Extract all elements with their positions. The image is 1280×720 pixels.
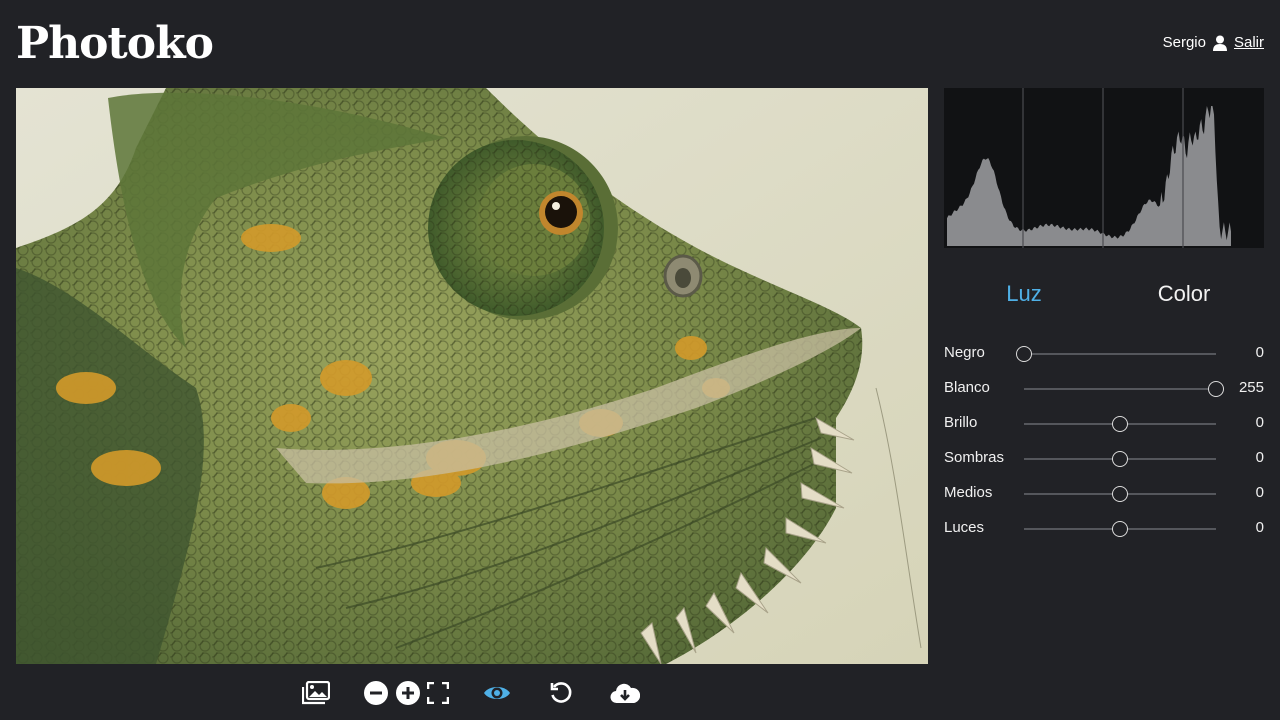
- slider-thumb[interactable]: [1112, 521, 1128, 537]
- fit-to-screen-icon[interactable]: [423, 678, 453, 708]
- photo-canvas[interactable]: [16, 88, 928, 664]
- slider-brillo: Brillo 0: [944, 406, 1264, 441]
- zoom-out-icon[interactable]: [361, 678, 391, 708]
- slider-track[interactable]: [1024, 381, 1224, 397]
- slider-label: Sombras: [944, 449, 1005, 466]
- slider-track[interactable]: [1024, 521, 1216, 537]
- editor-toolbar: [16, 672, 928, 716]
- slider-thumb[interactable]: [1112, 416, 1128, 432]
- slider-track[interactable]: [1024, 486, 1216, 502]
- adjustment-tabs: Luz Color: [944, 272, 1264, 316]
- tab-luz[interactable]: Luz: [944, 272, 1104, 316]
- slider-label: Blanco: [944, 379, 990, 396]
- preview-eye-icon[interactable]: [482, 678, 512, 708]
- slider-value: 0: [1255, 484, 1264, 501]
- slider-sombras: Sombras 0: [944, 441, 1264, 476]
- download-icon[interactable]: [610, 678, 640, 708]
- undo-icon[interactable]: [546, 678, 576, 708]
- slider-value: 255: [1238, 379, 1264, 396]
- slider-medios: Medios 0: [944, 476, 1264, 511]
- user-name: Sergio: [1162, 34, 1206, 51]
- app-root: Photoko Sergio Salir Luz Color Negro 0 B…: [0, 0, 1280, 720]
- slider-label: Brillo: [944, 414, 978, 431]
- slider-value: 0: [1255, 519, 1264, 536]
- slider-blanco: Blanco 255: [944, 371, 1264, 406]
- slider-thumb[interactable]: [1112, 486, 1128, 502]
- slider-value: 0: [1255, 414, 1264, 431]
- slider-value: 0: [1255, 449, 1264, 466]
- slider-track[interactable]: [1016, 346, 1216, 362]
- user-area: Sergio Salir: [1163, 34, 1264, 51]
- histogram: [944, 88, 1264, 248]
- slider-label: Medios: [944, 484, 993, 501]
- slider-thumb[interactable]: [1208, 381, 1224, 397]
- histogram-curve: [947, 106, 1231, 246]
- tab-color[interactable]: Color: [1104, 272, 1264, 316]
- slider-value: 0: [1255, 344, 1264, 361]
- image-gallery-icon[interactable]: [301, 678, 331, 708]
- slider-track[interactable]: [1024, 416, 1216, 432]
- chameleon-photo: [16, 88, 928, 664]
- slider-luces: Luces 0: [944, 511, 1264, 546]
- light-sliders: Negro 0 Blanco 255 Brillo 0 Sombras 0 Me…: [944, 336, 1264, 546]
- app-logo: Photoko: [16, 18, 214, 69]
- slider-track[interactable]: [1024, 451, 1216, 467]
- slider-thumb[interactable]: [1016, 346, 1032, 362]
- slider-thumb[interactable]: [1112, 451, 1128, 467]
- histogram-graph: [947, 88, 1231, 248]
- slider-label: Luces: [944, 519, 985, 536]
- user-icon: [1212, 35, 1227, 51]
- zoom-in-icon[interactable]: [393, 678, 423, 708]
- slider-negro: Negro 0: [944, 336, 1264, 371]
- logout-link[interactable]: Salir: [1234, 34, 1264, 51]
- slider-label: Negro: [944, 344, 985, 361]
